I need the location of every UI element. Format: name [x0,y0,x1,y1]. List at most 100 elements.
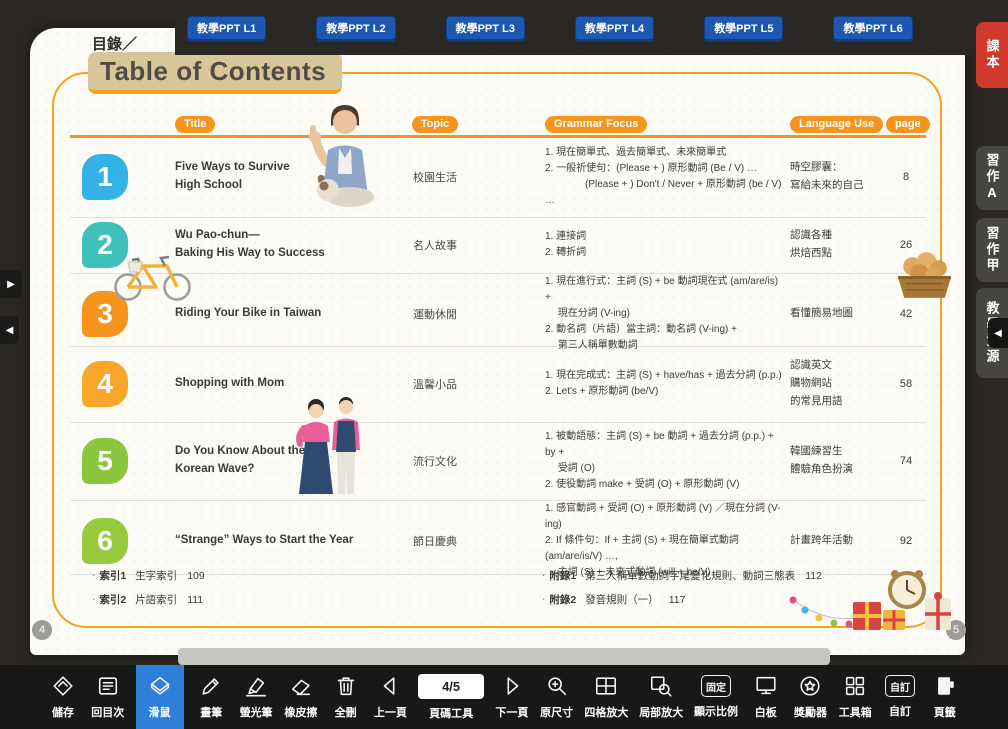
toolbar-whiteboard[interactable]: 白板 [749,665,783,729]
page-number-left: 4 [32,620,52,640]
page-title-block: Table of Contents [88,52,342,94]
lesson-title[interactable]: Riding Your Bike in Taiwan [140,305,385,323]
footnote-label: 索引1 [99,570,126,582]
lesson-topic: 運動休閒 [385,306,485,322]
lesson-page-number[interactable]: 58 [886,378,926,390]
column-header-topic: Topic [412,116,459,133]
toolbar-region-zoom[interactable]: 局部放大 [639,665,683,729]
ppt-button-l4[interactable]: 教學PPT L4 [575,16,654,40]
lesson-title[interactable]: Shopping with Mom [140,375,385,393]
toolbar-reward[interactable]: 獎勵器 [793,665,827,729]
page-number-input[interactable] [418,674,484,699]
four-pane-icon [594,674,618,698]
ebook-reader-window: 目錄／ Table of Contents Title Topic Gramma… [0,0,1008,729]
toolbar-page-tabs[interactable]: 頁籤 [928,665,962,729]
footnote-text: 第三人稱單數動詞字尾變化規則、動詞三態表 [585,570,795,582]
toolbar-mouse[interactable]: 滑鼠 [136,665,184,729]
footnote-page: 109 [187,570,205,582]
toolbar-item-label: 原尺寸 [540,704,573,720]
column-header-grammar-focus: Grammar Focus [545,116,647,133]
lesson-grammar: 1. 現在簡單式、過去簡單式、未來簡單式 2. 一般祈使句：(Please + … [485,145,790,209]
lesson-number: 4 [82,361,128,407]
footnote-page: 111 [187,594,203,606]
lesson-topic: 校園生活 [385,169,485,185]
ppt-button-l6[interactable]: 教學PPT L6 [833,16,912,40]
table-row: 5 Do You Know About the Korean Wave? 流行文… [70,423,926,501]
toolbar-item-label: 全刪 [335,704,357,720]
toc-list-icon [96,674,120,698]
toolbar-item-label: 顯示比例 [694,703,738,719]
bread-basket-illustration [890,246,956,302]
fixed-ratio-icon: 固定 [701,675,731,697]
toolbar-page-tool[interactable]: 頁碼工具 [418,665,484,729]
toolbar-quad-zoom[interactable]: 四格放大 [584,665,628,729]
toolbar-highlighter[interactable]: 螢光筆 [239,665,273,729]
lesson-page-number[interactable]: 42 [886,308,926,320]
lesson-language-use: 時空膠囊： 寫給未來的自己 [790,159,886,195]
eraser-icon [289,674,313,698]
bullet: ‧ [92,570,95,582]
toolbar-item-label: 獎勵器 [794,704,827,720]
toolbar-custom[interactable]: 自訂 自訂 [883,665,917,729]
page-slider-track[interactable] [178,648,830,665]
footnote-index-1: ‧ 索引1 生字索引 109 [92,568,205,583]
lesson-language-use: 韓國練習生 體驗角色扮演 [790,443,886,479]
tab-workbook-jia[interactable]: 習作甲 [976,218,1008,282]
toolbar-item-label: 白板 [755,704,777,720]
toolbar-prev-page[interactable]: 上一頁 [373,665,407,729]
left-panel-collapse-button[interactable]: ◀ [0,316,19,344]
ppt-button-l3[interactable]: 教學PPT L3 [446,16,525,40]
toolbar-item-label: 螢光筆 [240,704,273,720]
lesson-page-number[interactable]: 8 [886,171,926,183]
zoom-original-icon [545,674,569,698]
toolbar-toolbox[interactable]: 工具箱 [838,665,872,729]
footnote-appendix-2: ‧附錄2發音規則（一）117 [542,592,822,607]
column-header-language-use: Language Use [790,116,883,133]
toolbar-item-label: 下一頁 [495,704,528,720]
toolbar-display-ratio[interactable]: 固定 顯示比例 [694,665,738,729]
ppt-button-l2[interactable]: 教學PPT L2 [316,16,395,40]
top-bar: 教學PPT L1 教學PPT L2 教學PPT L3 教學PPT L4 教學PP… [175,0,1008,55]
footnote-page: 117 [669,594,686,606]
toolbar-item-label: 工具箱 [839,704,872,720]
toolbox-grid-icon [843,674,867,698]
ppt-button-l5[interactable]: 教學PPT L5 [704,16,783,40]
toolbar-back-to-toc[interactable]: 回目次 [91,665,125,729]
lesson-page-number[interactable]: 74 [886,455,926,467]
lesson-number: 6 [82,518,128,564]
lesson-grammar: 1. 被動語態：主詞 (S) + be 動詞 + 過去分詞 (p.p.) + b… [485,429,790,493]
bullet: ‧ [542,570,545,582]
save-icon [51,674,75,698]
lesson-language-use: 認識各種 烘焙西點 [790,227,886,263]
chevron-left-icon: ◀ [6,325,14,336]
region-zoom-icon [649,674,673,698]
footnote-label: 索引2 [99,594,126,606]
left-panel-expand-button[interactable]: ▶ [0,270,22,298]
tab-textbook[interactable]: 課本 [976,22,1008,88]
footnote-label: 附錄2 [549,594,576,606]
toolbar-next-page[interactable]: 下一頁 [495,665,529,729]
bicycle-illustration [108,244,198,304]
lesson-title[interactable]: “Strange” Ways to Start the Year [140,532,385,550]
page-tab-icon [933,674,957,698]
mouse-pointer-icon [148,674,172,698]
lesson-grammar: 1. 現在完成式：主詞 (S) + have/has + 過去分詞 (p.p.)… [485,368,790,400]
toolbar-delete-all[interactable]: 全刪 [329,665,363,729]
footnote-text: 發音規則（一） [585,594,659,606]
toolbar-original-size[interactable]: 原尺寸 [540,665,574,729]
appendix-footnotes: ‧附錄1第三人稱單數動詞字尾變化規則、動詞三態表112 ‧附錄2發音規則（一）1… [542,568,822,616]
toolbar-eraser[interactable]: 橡皮擦 [284,665,318,729]
table-row: 3 Riding Your Bike in Taiwan 運動休閒 1. 現在進… [70,274,926,347]
ppt-button-l1[interactable]: 教學PPT L1 [187,16,266,40]
toolbar-save[interactable]: 儲存 [46,665,80,729]
right-panel-collapse-button[interactable]: ◀ [988,318,1008,348]
book-page: 目錄／ Table of Contents Title Topic Gramma… [30,28,965,655]
gifts-clock-illustration [786,540,958,640]
tab-workbook-a[interactable]: 習作A [976,146,1008,210]
toolbar-item-label: 頁碼工具 [429,705,473,721]
footnote-text: 生字索引 [135,570,177,582]
index-footnotes: ‧索引1生字索引109 ‧索引2片語索引111 [92,568,205,616]
next-page-icon [500,674,524,698]
toolbar-pen[interactable]: 畫筆 [194,665,228,729]
toolbar-item-label: 滑鼠 [149,704,171,720]
